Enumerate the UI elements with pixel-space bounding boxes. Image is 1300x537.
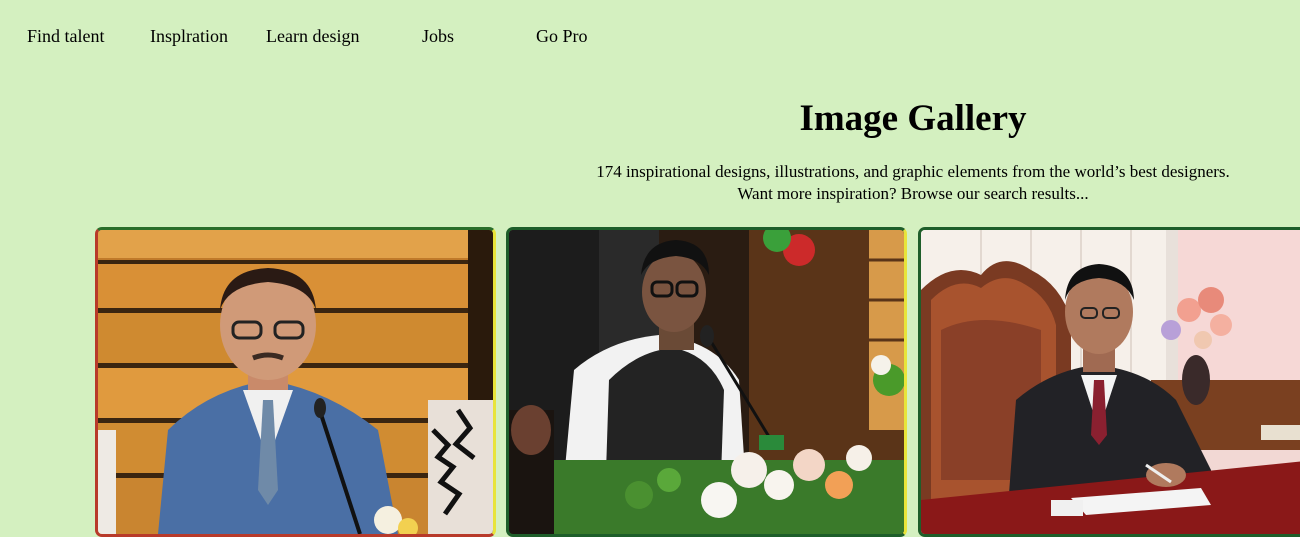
nav-item-find-talent[interactable]: Find talent bbox=[27, 26, 105, 47]
subtitle-line-2: Want more inspiration? Browse our search… bbox=[737, 184, 1089, 203]
nav-item-inspiration[interactable]: Insplration bbox=[150, 26, 228, 47]
image-gallery bbox=[95, 227, 1300, 537]
gallery-card-1[interactable] bbox=[95, 227, 496, 537]
nav-item-learn-design[interactable]: Learn design bbox=[266, 26, 359, 47]
gallery-photo-3 bbox=[921, 230, 1300, 534]
page-subtitle: 174 inspirational designs, illustrations… bbox=[530, 161, 1296, 205]
subtitle-line-1: 174 inspirational designs, illustrations… bbox=[596, 162, 1230, 181]
gallery-photo-2 bbox=[509, 230, 904, 534]
page-title: Image Gallery bbox=[799, 98, 1027, 139]
nav-item-go-pro[interactable]: Go Pro bbox=[536, 26, 588, 47]
gallery-card-2[interactable] bbox=[506, 227, 907, 537]
gallery-photo-1 bbox=[98, 230, 493, 534]
nav-item-jobs[interactable]: Jobs bbox=[422, 26, 454, 47]
gallery-card-3[interactable] bbox=[918, 227, 1300, 537]
